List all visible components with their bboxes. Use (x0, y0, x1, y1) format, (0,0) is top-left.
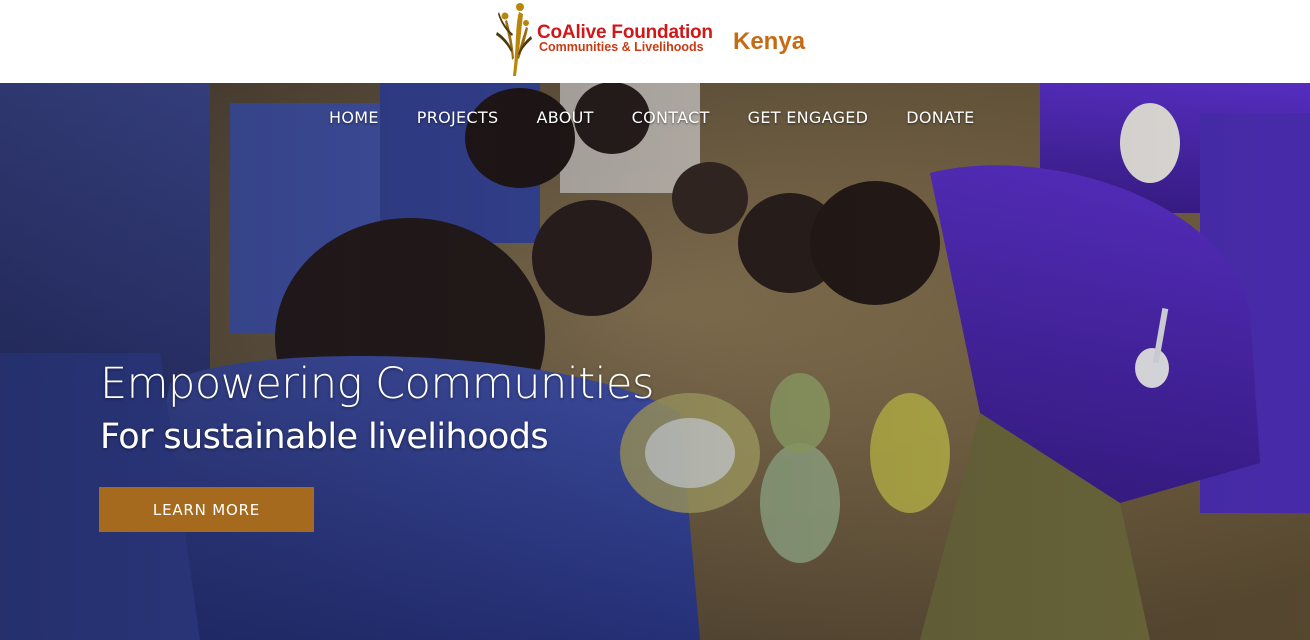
brand-tagline: Communities & Livelihoods (539, 40, 704, 54)
nav-item-about[interactable]: ABOUT (517, 107, 612, 129)
nav-item-donate[interactable]: DONATE (887, 107, 993, 129)
learn-more-button[interactable]: LEARN MORE (99, 487, 314, 532)
nav-item-contact[interactable]: CONTACT (613, 107, 729, 129)
nav-item-projects[interactable]: PROJECTS (398, 107, 518, 129)
hero-subheadline: For sustainable livelihoods (100, 417, 549, 457)
nav-item-get-engaged[interactable]: GET ENGAGED (729, 107, 888, 129)
main-nav: HOME PROJECTS ABOUT CONTACT GET ENGAGED … (310, 107, 994, 129)
site-logo[interactable]: CoAlive Foundation Communities & Livelih… (493, 2, 823, 80)
site-header: CoAlive Foundation Communities & Livelih… (0, 0, 1310, 83)
brand-country: Kenya (733, 28, 806, 55)
nav-item-home[interactable]: HOME (310, 107, 398, 129)
people-logo-icon (496, 3, 532, 76)
hero-headline: Empowering Communities (100, 359, 654, 409)
